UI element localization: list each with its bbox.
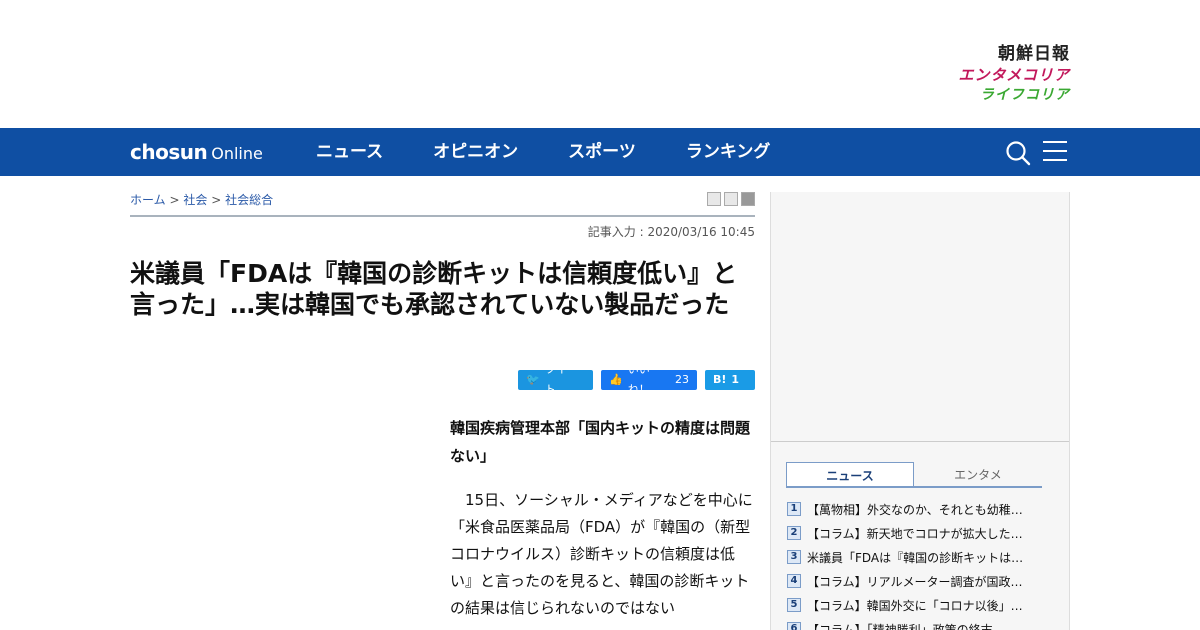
chosun-online-logo[interactable]: chosun Online — [130, 140, 263, 166]
tweet-label: ツイート — [544, 363, 578, 396]
like-label: いいね！ — [627, 363, 650, 396]
breadcrumb-divider — [130, 215, 755, 217]
life-korea-logo[interactable]: ライフコリア — [930, 86, 1070, 104]
rank-title: 【コラム】新天地でコロナが拡大した… — [807, 526, 1023, 541]
ranking-list: 1 【萬物相】外交なのか、それとも幼稚… 2 【コラム】新天地でコロナが拡大した… — [787, 497, 1047, 630]
nav-item-ranking[interactable]: ランキング — [686, 128, 771, 176]
logo-light-text: Online — [211, 144, 263, 163]
rank-number: 3 — [787, 550, 801, 564]
rank-title: 【コラム】「精神勝利」政策の終末… — [807, 622, 1005, 630]
font-size-icon[interactable] — [724, 192, 738, 206]
breadcrumb-subsection[interactable]: 社会総合 — [225, 193, 273, 207]
tab-underline — [786, 486, 1042, 488]
article-subhead: 韓国疾病管理本部「国内キットの精度は問題ない」 — [450, 419, 751, 465]
rank-number: 1 — [787, 502, 801, 516]
rank-title: 米議員「FDAは『韓国の診断キットは… — [807, 550, 1024, 565]
breadcrumb-separator: > — [211, 193, 222, 207]
tab-enta[interactable]: エンタメ — [914, 462, 1042, 488]
print-icon[interactable] — [707, 192, 721, 206]
list-item[interactable]: 3 米議員「FDAは『韓国の診断キットは… — [787, 545, 1047, 569]
chosun-ilbo-logo[interactable]: 朝鮮日報 — [930, 44, 1070, 64]
brand-links: 朝鮮日報 エンタメコリア ライフコリア — [930, 44, 1070, 104]
rank-number: 6 — [787, 622, 801, 630]
article-date: 記事入力 : 2020/03/16 10:45 — [587, 225, 755, 239]
breadcrumb-section[interactable]: 社会 — [183, 193, 207, 207]
rank-title: 【コラム】リアルメーター調査が国政… — [807, 574, 1023, 589]
list-item[interactable]: 4 【コラム】リアルメーター調査が国政… — [787, 569, 1047, 593]
hatena-bookmark-button[interactable]: B! 1 — [705, 370, 755, 390]
tweet-button[interactable]: 🐦 ツイート — [518, 363, 593, 396]
share-buttons: 🐦 ツイート 👍 いいね！ 23 B! 1 — [518, 363, 755, 396]
rank-number: 2 — [787, 526, 801, 540]
twitter-bird-icon: 🐦 — [526, 373, 540, 386]
rank-number: 5 — [787, 598, 801, 612]
article-tools — [707, 192, 755, 206]
rank-number: 4 — [787, 574, 801, 588]
nav-menu: ニュース オピニオン スポーツ ランキング — [316, 128, 820, 176]
rank-title: 【コラム】韓国外交に「コロナ以後」… — [807, 598, 1023, 613]
hamburger-menu-icon[interactable] — [1043, 141, 1067, 163]
hatena-count: 1 — [731, 373, 740, 386]
search-icon[interactable] — [1005, 140, 1031, 166]
enta-korea-logo[interactable]: エンタメコリア — [930, 64, 1070, 86]
list-item[interactable]: 6 【コラム】「精神勝利」政策の終末… — [787, 617, 1047, 630]
ad-slot — [771, 192, 1069, 442]
sidebar: ニュース エンタメ 1 【萬物相】外交なのか、それとも幼稚… 2 【コラム】新天… — [770, 192, 1070, 630]
ranking-tabs: ニュース エンタメ — [786, 462, 1042, 488]
list-item[interactable]: 5 【コラム】韓国外交に「コロナ以後」… — [787, 593, 1047, 617]
article-headline: 米議員「FDAは『韓国の診断キットは信頼度低い』と言った」…実は韓国でも承認され… — [130, 259, 738, 319]
rank-title: 【萬物相】外交なのか、それとも幼稚… — [807, 502, 1023, 517]
like-count: 23 — [675, 373, 689, 386]
tab-news[interactable]: ニュース — [786, 462, 914, 488]
thumbs-up-icon: 👍 — [609, 373, 623, 386]
main-navbar: chosun Online ニュース オピニオン スポーツ ランキング — [0, 128, 1200, 176]
hatena-icon: B! — [713, 373, 727, 386]
nav-item-opinion[interactable]: オピニオン — [433, 128, 518, 176]
list-item[interactable]: 2 【コラム】新天地でコロナが拡大した… — [787, 521, 1047, 545]
breadcrumb: ホーム > 社会 > 社会総合 — [130, 191, 273, 208]
logo-bold-text: chosun — [130, 140, 208, 164]
back-icon[interactable] — [741, 192, 755, 206]
masthead: 朝鮮日報 エンタメコリア ライフコリア — [0, 0, 1200, 128]
nav-item-news[interactable]: ニュース — [316, 128, 383, 176]
list-item[interactable]: 1 【萬物相】外交なのか、それとも幼稚… — [787, 497, 1047, 521]
article-body: 15日、ソーシャル・メディアなどを中心に「米食品医薬品局（FDA）が『韓国の（新… — [450, 491, 753, 617]
breadcrumb-separator: > — [169, 193, 180, 207]
breadcrumb-home[interactable]: ホーム — [130, 193, 166, 207]
facebook-like-button[interactable]: 👍 いいね！ 23 — [601, 363, 697, 396]
nav-item-sports[interactable]: スポーツ — [568, 128, 636, 176]
